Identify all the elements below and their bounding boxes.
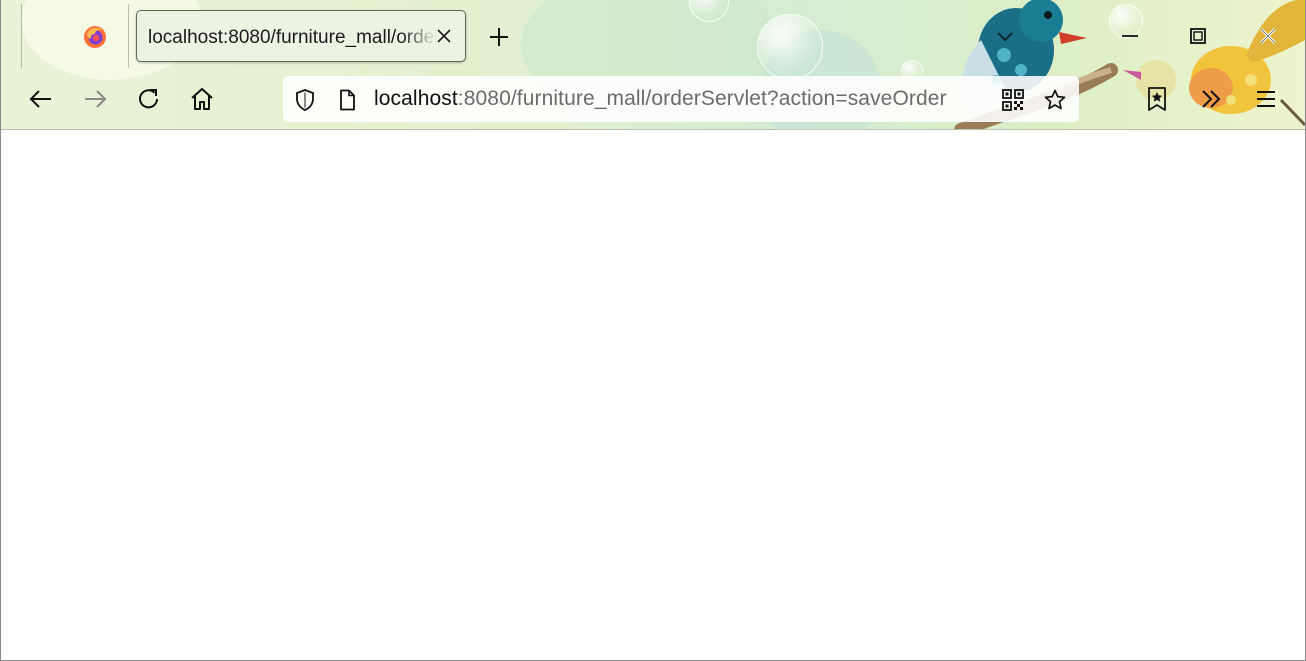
- page-content: [1, 131, 1305, 660]
- star-icon[interactable]: [1043, 88, 1067, 112]
- tab-active[interactable]: localhost:8080/furniture_mall/orderServl…: [136, 10, 466, 62]
- url-text[interactable]: localhost:8080/furniture_mall/orderServl…: [374, 87, 947, 111]
- page-icon[interactable]: [335, 88, 359, 112]
- arrow-right-icon[interactable]: [80, 84, 110, 114]
- maximize-icon[interactable]: [1184, 22, 1212, 50]
- double-chevron-right-icon[interactable]: [1196, 84, 1226, 114]
- tab-title: localhost:8080/furniture_mall/orderServl…: [148, 27, 436, 48]
- chevron-down-icon[interactable]: [991, 22, 1019, 50]
- url-host: localhost: [374, 87, 458, 110]
- close-icon[interactable]: [1254, 22, 1282, 50]
- tab-separator: [21, 4, 22, 68]
- reload-icon[interactable]: [134, 84, 164, 114]
- tab-strip: localhost:8080/furniture_mall/orderServl…: [1, 0, 1305, 69]
- minimize-icon[interactable]: [1116, 22, 1144, 50]
- bookmark-star-icon[interactable]: [1142, 84, 1172, 114]
- nav-toolbar: localhost:8080/furniture_mall/orderServl…: [1, 69, 1305, 130]
- url-bar[interactable]: localhost:8080/furniture_mall/orderServl…: [283, 76, 1079, 122]
- firefox-logo-icon[interactable]: [83, 25, 107, 49]
- browser-window: localhost:8080/furniture_mall/orderServl…: [0, 0, 1306, 661]
- close-icon[interactable]: [435, 27, 453, 45]
- home-icon[interactable]: [187, 84, 217, 114]
- shield-icon[interactable]: [293, 88, 317, 112]
- hamburger-menu-icon[interactable]: [1251, 84, 1281, 114]
- tab-separator: [128, 4, 129, 68]
- arrow-left-icon[interactable]: [26, 84, 56, 114]
- qr-code-icon[interactable]: [1001, 88, 1025, 112]
- plus-icon[interactable]: [487, 25, 511, 49]
- url-path: :8080/furniture_mall/orderServlet?action…: [457, 87, 947, 110]
